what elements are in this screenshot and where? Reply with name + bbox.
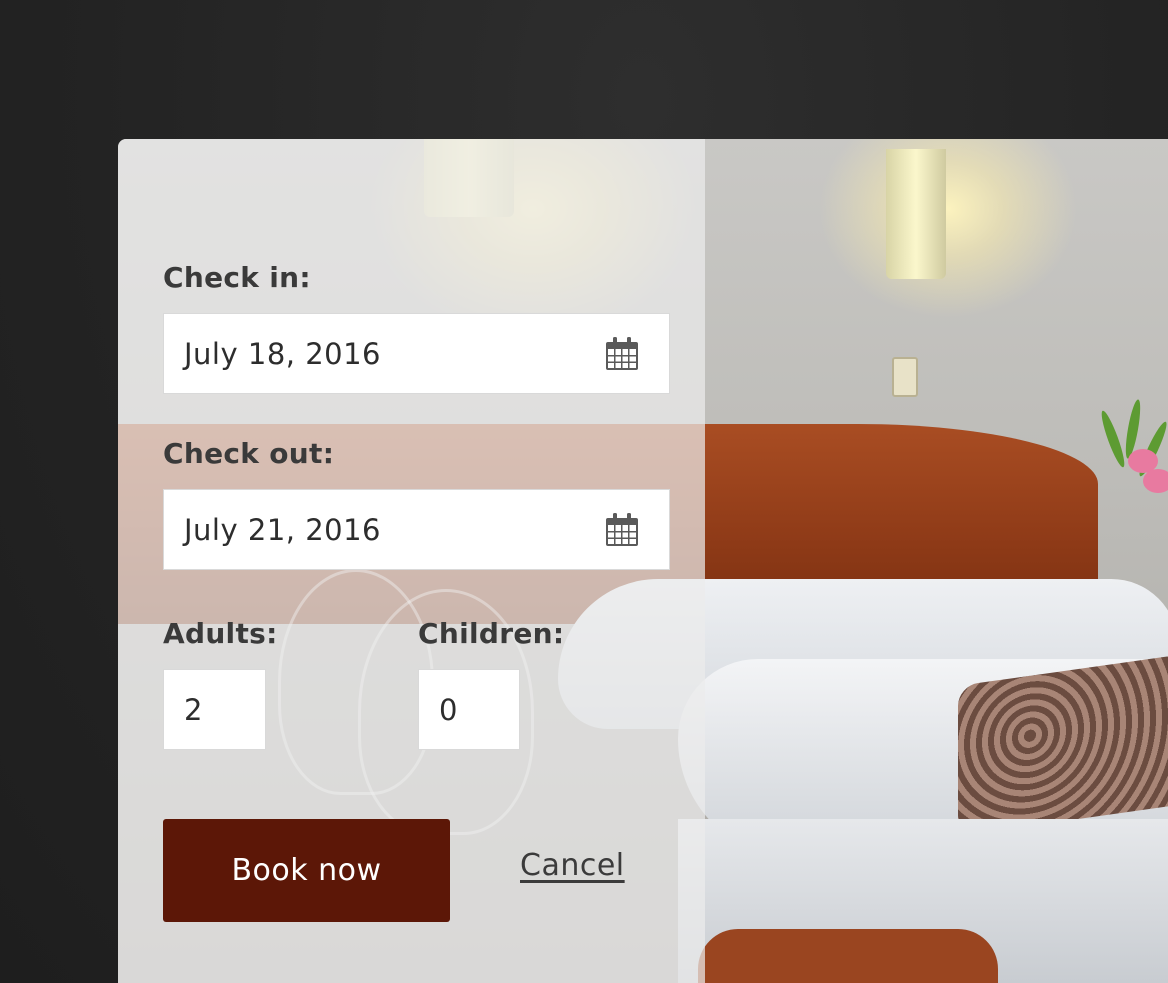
cancel-link[interactable]: Cancel [520, 848, 625, 883]
book-now-button[interactable]: Book now [163, 819, 450, 922]
booking-form-panel: Check in: July 18, 2016 Check out: July [118, 139, 705, 983]
wall-lamp [886, 149, 946, 279]
calendar-icon[interactable] [604, 336, 640, 372]
adults-label: Adults: [163, 617, 278, 650]
calendar-icon[interactable] [604, 512, 640, 548]
adults-value: 2 [184, 693, 203, 727]
check-in-value: July 18, 2016 [184, 337, 382, 371]
check-out-value: July 21, 2016 [184, 513, 382, 547]
children-label: Children: [418, 617, 565, 650]
check-in-field[interactable]: July 18, 2016 [163, 313, 670, 394]
children-field[interactable]: 0 [418, 669, 520, 750]
light-switch [892, 357, 918, 397]
check-in-label: Check in: [163, 261, 311, 294]
check-out-field[interactable]: July 21, 2016 [163, 489, 670, 570]
bed-frame [698, 929, 998, 983]
booking-card: Check in: July 18, 2016 Check out: July [118, 139, 1168, 983]
check-out-label: Check out: [163, 437, 335, 470]
children-value: 0 [439, 693, 458, 727]
adults-field[interactable]: 2 [163, 669, 266, 750]
flower-vase [1088, 389, 1168, 589]
lamp-glow [818, 139, 1078, 319]
